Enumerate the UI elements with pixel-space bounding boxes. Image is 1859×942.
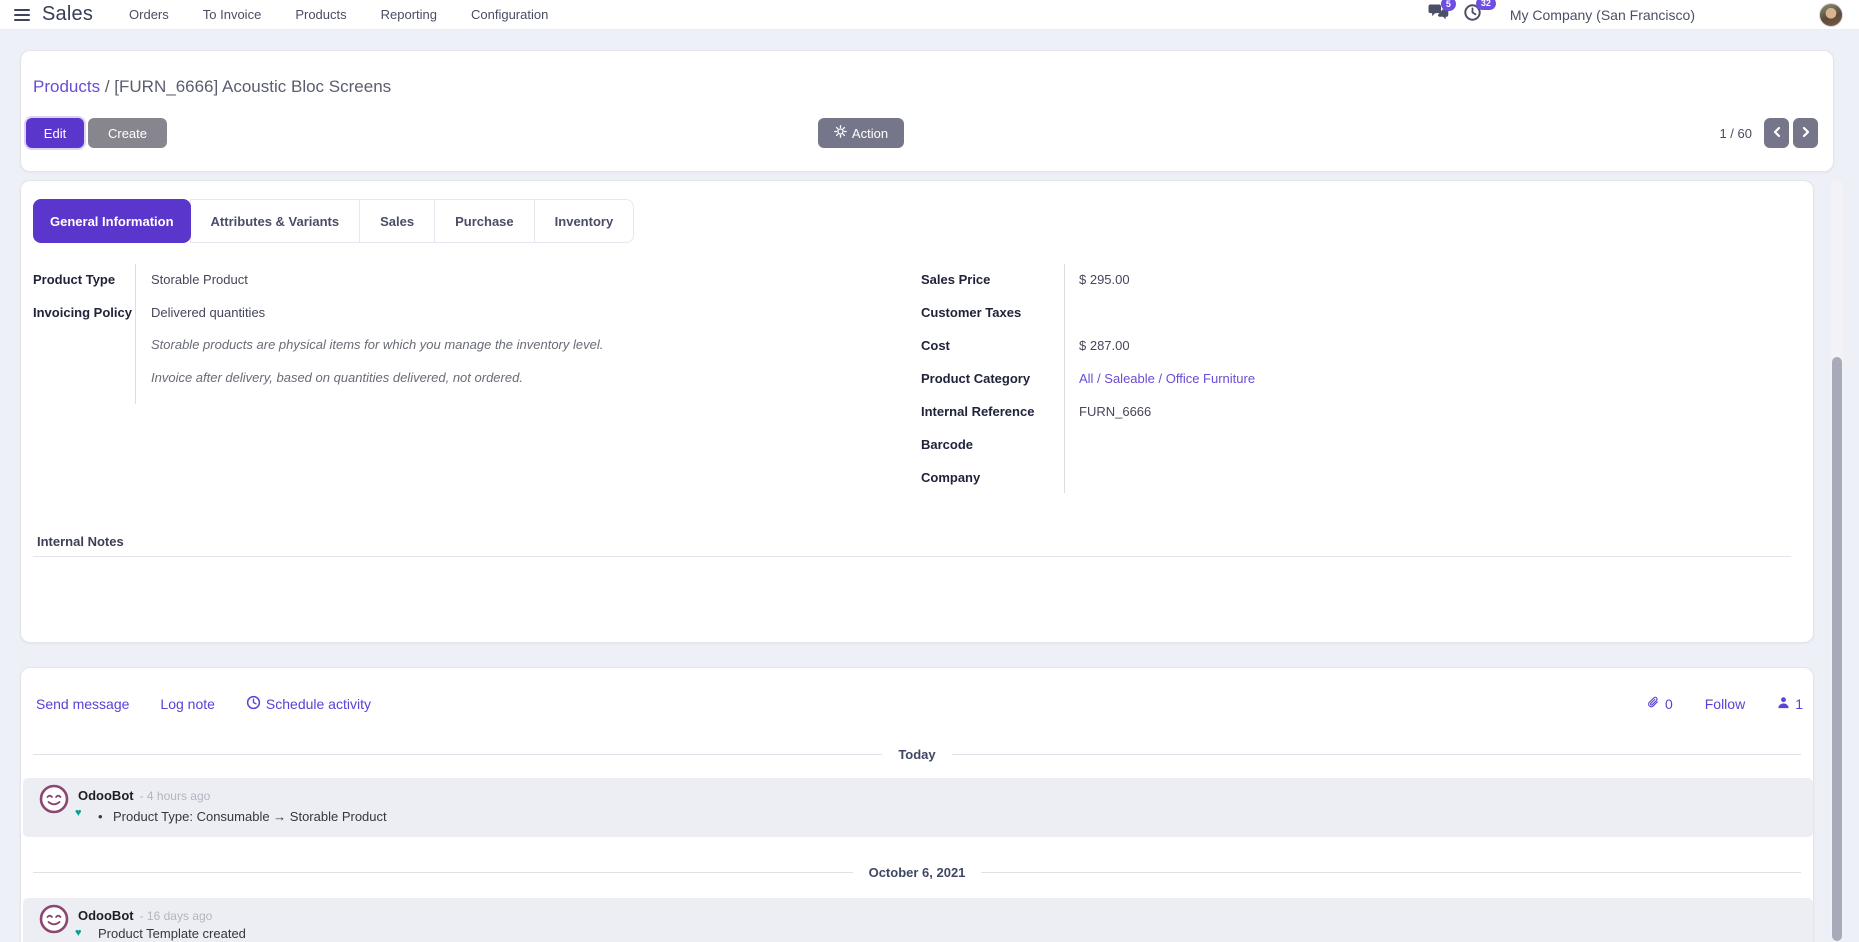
edit-button[interactable]: Edit <box>26 118 84 148</box>
date-divider-today: Today <box>33 754 1801 773</box>
right-column-separator <box>1064 264 1065 493</box>
message-timestamp: - 4 hours ago <box>140 789 211 803</box>
invoicing-policy-note: Invoice after delivery, based on quantit… <box>151 370 523 385</box>
messages-menu-button[interactable]: 5 <box>1428 3 1449 26</box>
chevron-left-icon <box>1772 126 1782 141</box>
pager-next-button[interactable] <box>1793 118 1818 148</box>
message-today: ♥ OdooBot - 4 hours ago Product Type: Co… <box>23 778 1813 837</box>
user-avatar[interactable] <box>1819 3 1843 27</box>
action-button[interactable]: Action <box>818 118 904 148</box>
app-menu: Orders To Invoice Products Reporting Con… <box>129 7 548 22</box>
barcode-label: Barcode <box>921 437 973 452</box>
tab-general-information[interactable]: General Information <box>33 199 191 243</box>
attachments-button[interactable]: 0 <box>1646 695 1673 713</box>
schedule-activity-button[interactable]: Schedule activity <box>246 695 371 713</box>
breadcrumb-separator: / <box>105 77 110 96</box>
attachment-count: 0 <box>1665 696 1673 712</box>
breadcrumb: Products / [FURN_6666] Acoustic Bloc Scr… <box>33 77 391 97</box>
person-icon <box>1777 696 1790 712</box>
internal-notes-label: Internal Notes <box>37 534 124 549</box>
followers-count: 1 <box>1795 696 1803 712</box>
left-column-separator <box>135 264 136 404</box>
log-note-button[interactable]: Log note <box>160 696 215 712</box>
heart-status-icon: ♥ <box>75 928 82 939</box>
invoicing-policy-label: Invoicing Policy <box>33 305 132 320</box>
paperclip-icon <box>1646 695 1660 713</box>
sales-price-value: $ 295.00 <box>1079 272 1130 287</box>
control-panel: Products / [FURN_6666] Acoustic Bloc Scr… <box>20 50 1834 172</box>
storable-product-note: Storable products are physical items for… <box>151 337 603 352</box>
followers-button[interactable]: 1 <box>1777 696 1803 712</box>
scrollbar-thumb[interactable] <box>1832 357 1842 941</box>
date-divider-october: October 6, 2021 <box>33 872 1801 891</box>
tab-inventory[interactable]: Inventory <box>534 199 635 243</box>
message-october: ♥ OdooBot - 16 days ago Product Template… <box>23 898 1813 942</box>
pager-previous-button[interactable] <box>1764 118 1789 148</box>
nav-item-reporting[interactable]: Reporting <box>381 7 437 22</box>
tab-purchase[interactable]: Purchase <box>434 199 535 243</box>
nav-item-orders[interactable]: Orders <box>129 7 169 22</box>
apps-menu-icon[interactable] <box>14 9 30 21</box>
product-category-label: Product Category <box>921 371 1030 386</box>
breadcrumb-current: [FURN_6666] Acoustic Bloc Screens <box>114 77 391 96</box>
pager-counter: 1 / 60 <box>1719 126 1752 141</box>
scrollbar[interactable] <box>1831 180 1843 941</box>
activities-badge: 32 <box>1476 0 1496 10</box>
internal-reference-label: Internal Reference <box>921 404 1034 419</box>
heart-status-icon: ♥ <box>75 808 82 819</box>
internal-notes-divider <box>33 556 1791 557</box>
notebook-tabs: General Information Attributes & Variant… <box>34 199 634 243</box>
odoobot-avatar: ♥ <box>39 904 69 934</box>
message-author[interactable]: OdooBot <box>78 908 134 923</box>
messages-badge: 5 <box>1441 0 1456 11</box>
message-body: Product Template created <box>98 926 246 941</box>
chevron-right-icon <box>1801 126 1811 141</box>
nav-item-products[interactable]: Products <box>295 7 346 22</box>
cost-value: $ 287.00 <box>1079 338 1130 353</box>
nav-item-to-invoice[interactable]: To Invoice <box>203 7 262 22</box>
breadcrumb-products-link[interactable]: Products <box>33 77 100 96</box>
customer-taxes-label: Customer Taxes <box>921 305 1021 320</box>
internal-reference-value: FURN_6666 <box>1079 404 1151 419</box>
product-type-value: Storable Product <box>151 272 248 287</box>
company-switcher[interactable]: My Company (San Francisco) <box>1510 7 1695 23</box>
invoicing-policy-value: Delivered quantities <box>151 305 265 320</box>
message-body: Product Type: Consumable → Storable Prod… <box>98 809 387 824</box>
tab-sales[interactable]: Sales <box>359 199 435 243</box>
product-category-value[interactable]: All / Saleable / Office Furniture <box>1079 371 1255 386</box>
pager: 1 / 60 <box>1719 118 1818 148</box>
send-message-button[interactable]: Send message <box>36 696 129 712</box>
product-type-label: Product Type <box>33 272 115 287</box>
cost-label: Cost <box>921 338 950 353</box>
odoobot-avatar: ♥ <box>39 784 69 814</box>
app-brand[interactable]: Sales <box>42 3 93 26</box>
activities-menu-button[interactable]: 32 <box>1463 3 1482 27</box>
sales-price-label: Sales Price <box>921 272 990 287</box>
create-button[interactable]: Create <box>88 118 167 148</box>
nav-item-configuration[interactable]: Configuration <box>471 7 548 22</box>
message-author[interactable]: OdooBot <box>78 788 134 803</box>
top-navbar: Sales Orders To Invoice Products Reporti… <box>0 0 1859 30</box>
product-form-sheet: General Information Attributes & Variant… <box>20 180 1814 643</box>
gear-icon <box>834 125 847 141</box>
tab-attributes-variants[interactable]: Attributes & Variants <box>190 199 361 243</box>
follow-button[interactable]: Follow <box>1705 696 1745 712</box>
company-label: Company <box>921 470 980 485</box>
clock-icon <box>246 695 261 713</box>
message-timestamp: - 16 days ago <box>140 909 213 923</box>
chatter: Send message Log note Schedule activity … <box>20 667 1814 942</box>
